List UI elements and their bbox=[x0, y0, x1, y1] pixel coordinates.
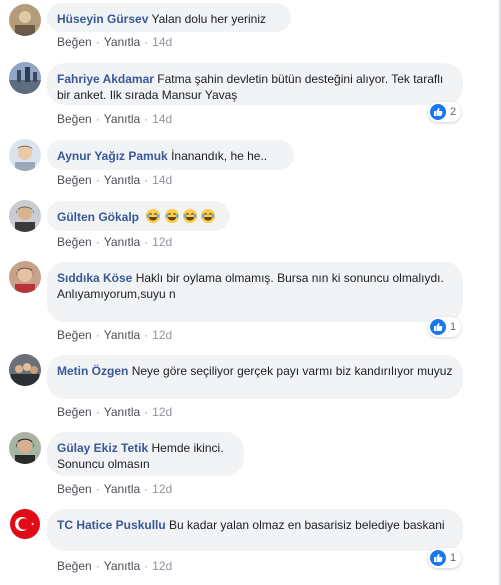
comment-author[interactable]: Gülay Ekiz Tetik bbox=[57, 441, 148, 455]
comment-text: Bu kadar yalan olmaz en basarisiz beledi… bbox=[169, 518, 445, 532]
avatar[interactable] bbox=[9, 139, 41, 171]
comment-actions: Beğen · Yanıtla · 14d bbox=[57, 112, 173, 126]
laughing-crying-icon bbox=[183, 209, 198, 223]
like-button[interactable]: Beğen bbox=[57, 173, 92, 187]
like-button[interactable]: Beğen bbox=[57, 112, 92, 126]
comment-author[interactable]: Hüseyin Gürsev bbox=[57, 12, 148, 26]
laughing-crying-icon bbox=[164, 209, 179, 223]
avatar[interactable] bbox=[9, 4, 41, 36]
comment-text: İnanandık, he he.. bbox=[171, 149, 268, 163]
comment-time[interactable]: 14d bbox=[152, 112, 172, 126]
avatar[interactable] bbox=[9, 200, 41, 232]
reaction-count[interactable]: 2 bbox=[428, 102, 462, 122]
like-reaction-icon bbox=[430, 319, 446, 335]
comment-actions: Beğen · Yanıtla · 12d bbox=[57, 328, 173, 342]
comment-actions: Beğen · Yanıtla · 12d bbox=[57, 559, 173, 573]
comment-bubble: Gülten Gökalp bbox=[47, 201, 230, 231]
reply-button[interactable]: Yanıtla bbox=[104, 328, 140, 342]
reply-button[interactable]: Yanıtla bbox=[104, 482, 140, 496]
like-button[interactable]: Beğen bbox=[57, 482, 92, 496]
comment-bubble: Fahriye Akdamar Fatma şahin devletin büt… bbox=[47, 63, 463, 105]
comment-time[interactable]: 12d bbox=[152, 482, 172, 496]
reply-button[interactable]: Yanıtla bbox=[104, 173, 140, 187]
comment-time[interactable]: 14d bbox=[152, 173, 172, 187]
comment-author[interactable]: Aynur Yağız Pamuk bbox=[57, 149, 168, 163]
like-button[interactable]: Beğen bbox=[57, 405, 92, 419]
like-reaction-icon bbox=[430, 550, 446, 566]
laughing-crying-icon bbox=[201, 209, 216, 223]
comment-bubble: TC Hatice Puskullu Bu kadar yalan olmaz … bbox=[47, 509, 463, 551]
reply-button[interactable]: Yanıtla bbox=[104, 35, 140, 49]
reply-button[interactable]: Yanıtla bbox=[104, 112, 140, 126]
comment-actions: Beğen · Yanıtla · 12d bbox=[57, 405, 173, 419]
comment-actions: Beğen · Yanıtla · 12d bbox=[57, 482, 173, 496]
comment-author[interactable]: Fahriye Akdamar bbox=[57, 72, 154, 86]
comment-bubble: Aynur Yağız Pamuk İnanandık, he he.. bbox=[47, 140, 294, 170]
comment-author[interactable]: Metin Özgen bbox=[57, 364, 128, 378]
comment-time[interactable]: 12d bbox=[152, 405, 172, 419]
reaction-count[interactable]: 1 bbox=[428, 317, 462, 337]
reply-button[interactable]: Yanıtla bbox=[104, 235, 140, 249]
like-button[interactable]: Beğen bbox=[57, 235, 92, 249]
laughing-crying-icon bbox=[146, 209, 161, 223]
comment-text: Yalan dolu her yeriniz bbox=[151, 12, 267, 26]
comment-author[interactable]: TC Hatice Puskullu bbox=[57, 518, 166, 532]
like-button[interactable]: Beğen bbox=[57, 35, 92, 49]
comment-bubble: Sıddıka Köse Haklı bir oylama olmamış. B… bbox=[47, 262, 463, 322]
comment-bubble: Hüseyin Gürsev Yalan dolu her yeriniz bbox=[47, 3, 291, 32]
comment-bubble: Metin Özgen Neye göre seçiliyor gerçek p… bbox=[47, 355, 463, 399]
like-button[interactable]: Beğen bbox=[57, 328, 92, 342]
comment-bubble: Gülay Ekiz Tetik Hemde ikinci. Sonuncu o… bbox=[47, 432, 244, 476]
reaction-count[interactable]: 1 bbox=[428, 548, 462, 568]
comment-text: Neye göre seçiliyor gerçek payı varmı bi… bbox=[131, 364, 453, 378]
laughing-crying-emoji-group bbox=[145, 209, 216, 224]
reply-button[interactable]: Yanıtla bbox=[104, 559, 140, 573]
like-button[interactable]: Beğen bbox=[57, 559, 92, 573]
avatar[interactable] bbox=[9, 354, 41, 386]
avatar[interactable] bbox=[9, 508, 41, 540]
comment-time[interactable]: 12d bbox=[152, 235, 172, 249]
comment-actions: Beğen · Yanıtla · 14d bbox=[57, 35, 173, 49]
avatar[interactable] bbox=[9, 261, 41, 293]
avatar[interactable] bbox=[9, 432, 41, 464]
reply-button[interactable]: Yanıtla bbox=[104, 405, 140, 419]
comment-author[interactable]: Sıddıka Köse bbox=[57, 271, 132, 285]
comment-author[interactable]: Gülten Gökalp bbox=[57, 210, 139, 224]
avatar[interactable] bbox=[9, 62, 41, 94]
comment-actions: Beğen · Yanıtla · 14d bbox=[57, 173, 173, 187]
like-reaction-icon bbox=[430, 104, 446, 120]
comment-actions: Beğen · Yanıtla · 12d bbox=[57, 235, 173, 249]
comment-time[interactable]: 14d bbox=[152, 35, 172, 49]
comment-time[interactable]: 12d bbox=[152, 328, 172, 342]
comment-time[interactable]: 12d bbox=[152, 559, 172, 573]
